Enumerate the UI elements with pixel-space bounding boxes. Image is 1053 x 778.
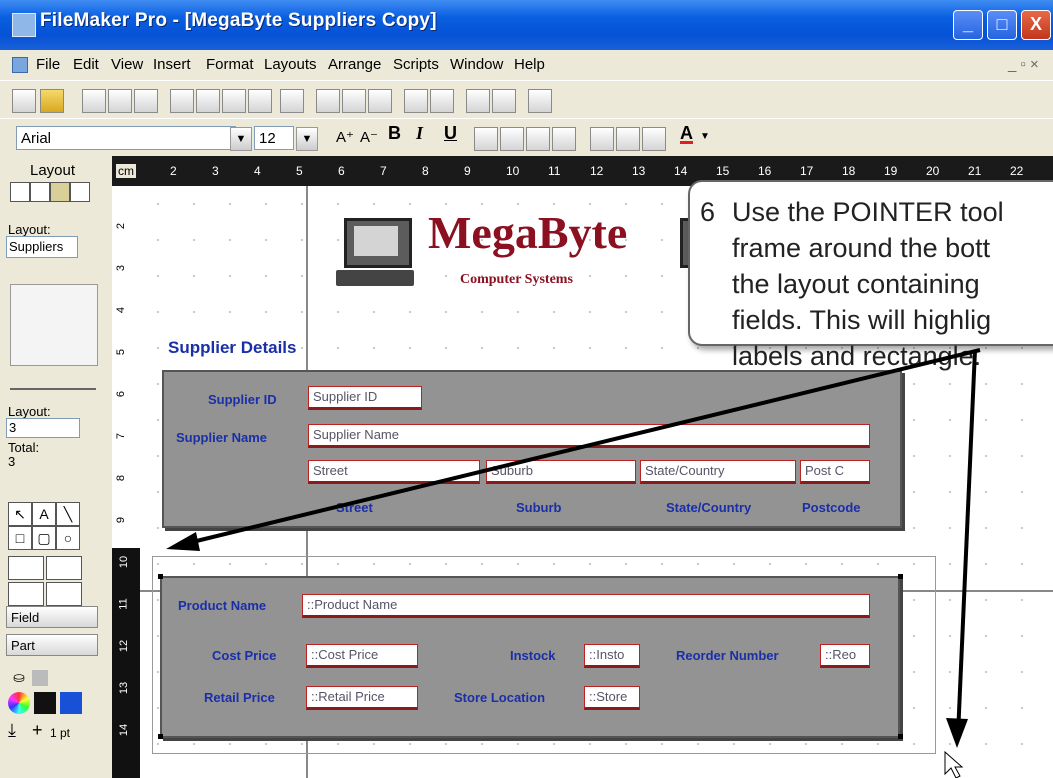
arrow-to-top-left: [175, 348, 981, 548]
annotation-arrows: [166, 348, 981, 778]
arrow-head-top-left: [166, 532, 200, 551]
arrow-head-bottom-right: [946, 718, 968, 748]
mouse-cursor-icon: [944, 750, 964, 778]
arrow-to-bottom-right: [956, 349, 977, 736]
